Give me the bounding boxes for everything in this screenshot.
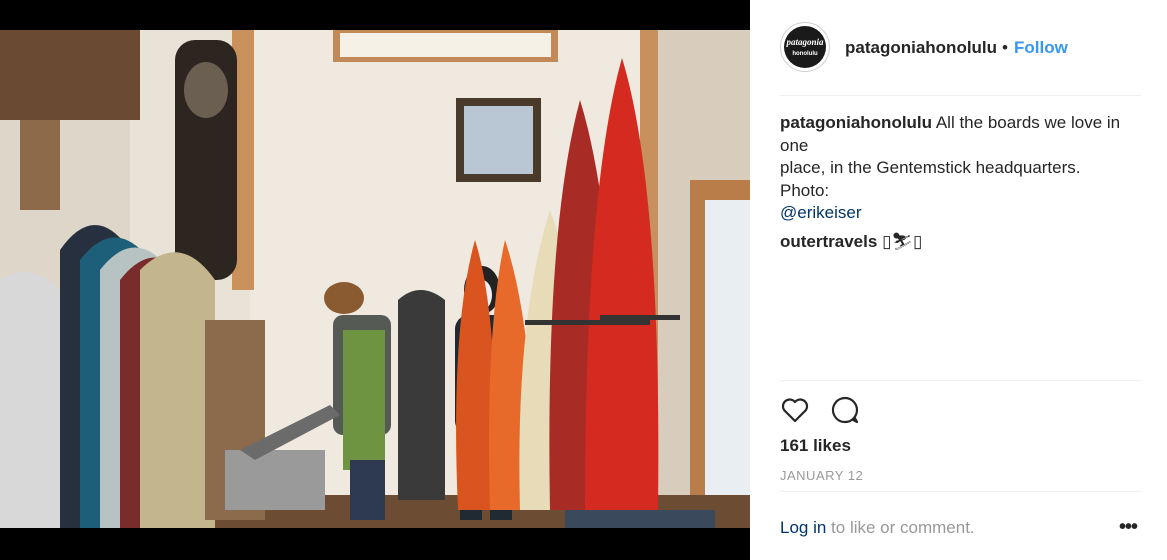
header-divider xyxy=(780,95,1141,96)
comment-text: ▯⛷▯ xyxy=(882,232,923,251)
more-options-icon[interactable]: ••• xyxy=(1119,516,1138,539)
login-link[interactable]: Log in xyxy=(780,518,826,537)
caption-mention-link[interactable]: @erikeiser xyxy=(780,203,862,222)
post-caption: patagoniahonolulu All the boards we love… xyxy=(780,112,1145,225)
post-media xyxy=(0,0,750,560)
avatar-location: honolulu xyxy=(792,51,818,57)
follow-button[interactable]: Follow xyxy=(1014,38,1068,58)
separator-dot: • xyxy=(1002,38,1008,57)
post-sidebar: patagonia honolulu patagoniahonolulu • F… xyxy=(750,0,1167,560)
caption-line4: Photo: xyxy=(780,180,830,200)
comment-username[interactable]: outertravels xyxy=(780,232,877,251)
caption-line2: one xyxy=(780,135,809,155)
caption-line3: place, in the Gentemstick headquarters. xyxy=(780,158,1081,177)
avatar-brand: patagonia xyxy=(786,37,824,47)
comment: outertravels ▯⛷▯ xyxy=(780,232,922,252)
caption-line1: All the boards we love in xyxy=(935,113,1121,132)
post-date[interactable]: JANUARY 12 xyxy=(780,468,863,483)
footer-divider xyxy=(780,491,1141,492)
caption-username[interactable]: patagoniahonolulu xyxy=(780,113,932,132)
actions-divider xyxy=(780,380,1141,381)
likes-count[interactable]: 161 likes xyxy=(780,436,851,456)
post-username[interactable]: patagoniahonolulu xyxy=(845,38,997,58)
post-photo[interactable] xyxy=(0,30,750,528)
avatar[interactable]: patagonia honolulu xyxy=(780,22,830,72)
comment-icon[interactable] xyxy=(830,395,860,425)
login-prompt: Log in to like or comment. xyxy=(780,518,975,538)
heart-icon[interactable] xyxy=(780,395,810,425)
login-rest-text: to like or comment. xyxy=(826,518,975,537)
avatar-logo: patagonia honolulu xyxy=(784,26,826,68)
